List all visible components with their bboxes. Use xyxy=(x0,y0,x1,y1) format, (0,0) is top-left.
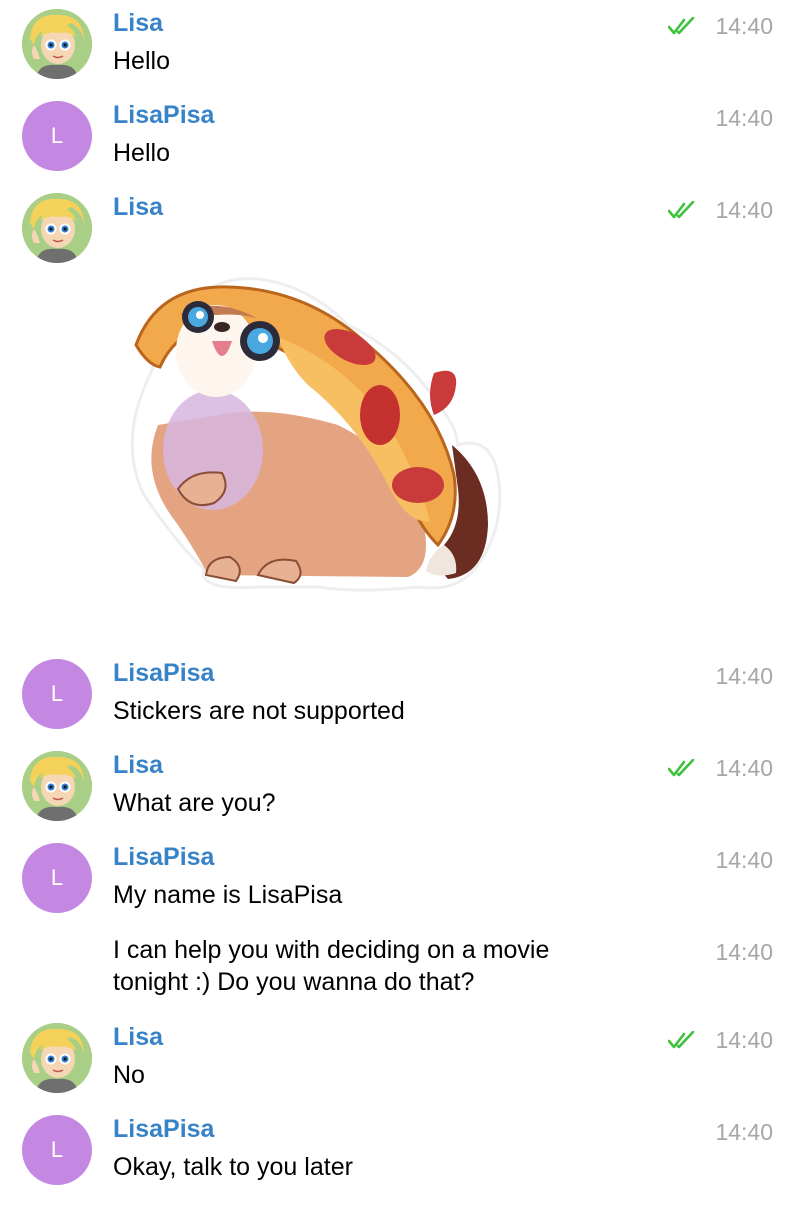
message-text: Hello xyxy=(113,47,170,75)
user-avatar-icon xyxy=(22,9,92,79)
user-avatar-icon xyxy=(22,1023,92,1093)
message-text: Hello xyxy=(113,139,170,167)
double-check-icon xyxy=(668,201,695,219)
message-text: Okay, talk to you later xyxy=(113,1153,353,1181)
avatar[interactable]: L xyxy=(22,843,92,913)
avatar[interactable] xyxy=(22,1023,92,1093)
message-text: What are you? xyxy=(113,789,276,817)
double-check-icon xyxy=(668,17,695,35)
message-author[interactable]: Lisa xyxy=(113,193,163,222)
avatar[interactable] xyxy=(22,9,92,79)
message-time: 14:40 xyxy=(715,755,773,781)
avatar[interactable]: L xyxy=(22,659,92,729)
message-text: Stickers are not supported xyxy=(113,697,405,725)
message-time: 14:40 xyxy=(715,105,773,131)
message-time: 14:40 xyxy=(715,197,773,223)
avatar[interactable] xyxy=(22,751,92,821)
message-text: My name is LisaPisa xyxy=(113,881,343,909)
message-time: 14:40 xyxy=(715,939,773,965)
message-author[interactable]: Lisa xyxy=(113,1023,163,1052)
message-text-line: I can help you with deciding on a movie xyxy=(113,936,550,964)
message-time: 14:40 xyxy=(715,663,773,689)
message-time: 14:40 xyxy=(715,13,773,39)
message-author[interactable]: Lisa xyxy=(113,751,163,780)
avatar[interactable]: L xyxy=(22,101,92,171)
message-time: 14:40 xyxy=(715,1119,773,1145)
message-time: 14:40 xyxy=(715,847,773,873)
pug-in-pizza-sticker[interactable] xyxy=(118,275,508,605)
user-avatar-icon xyxy=(22,751,92,821)
double-check-icon xyxy=(668,759,695,777)
message-text: No xyxy=(113,1061,145,1089)
message-author[interactable]: LisaPisa xyxy=(113,843,214,872)
avatar[interactable] xyxy=(22,193,92,263)
message-author[interactable]: LisaPisa xyxy=(113,101,214,130)
user-avatar-icon xyxy=(22,193,92,263)
message-text-line: tonight :) Do you wanna do that? xyxy=(113,968,475,996)
chat-history: Lisa Hello 14:40 L LisaPisa Hello 14:40 … xyxy=(0,0,800,1212)
message-author[interactable]: Lisa xyxy=(113,9,163,38)
message-author[interactable]: LisaPisa xyxy=(113,659,214,688)
message-author[interactable]: LisaPisa xyxy=(113,1115,214,1144)
double-check-icon xyxy=(668,1031,695,1049)
avatar[interactable]: L xyxy=(22,1115,92,1185)
message-time: 14:40 xyxy=(715,1027,773,1053)
